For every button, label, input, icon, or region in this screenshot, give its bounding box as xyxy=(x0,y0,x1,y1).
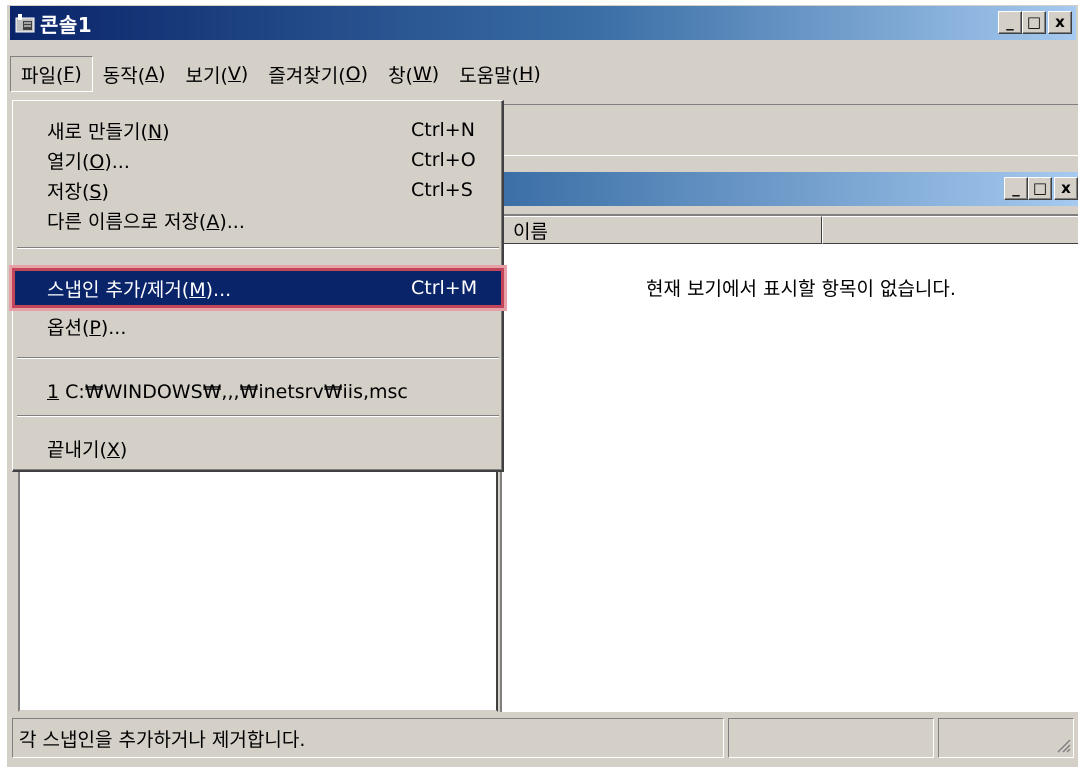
title-bar[interactable]: 콘솔1 _ □ x xyxy=(10,6,1076,40)
menu-item-new-shortcut: Ctrl+N xyxy=(411,119,475,141)
menu-item-snapin-key: M xyxy=(189,278,206,301)
menu-item-save-as-label: 다른 이름으로 저장( xyxy=(47,210,207,233)
menu-view-key: V xyxy=(227,63,241,85)
menu-item-options-tail: )... xyxy=(100,316,127,339)
menu-item-save-as-tail: )... xyxy=(219,210,245,233)
window-title: 콘솔1 xyxy=(40,12,93,37)
menu-window-key: W xyxy=(412,63,432,85)
child-close-icon[interactable]: x xyxy=(1054,177,1078,200)
menu-file-key: F xyxy=(63,63,75,85)
menu-item-open[interactable]: 열기(O)... Ctrl+O xyxy=(15,143,501,177)
menu-item-open-shortcut: Ctrl+O xyxy=(411,149,476,171)
status-panel-2 xyxy=(728,718,934,758)
menu-help-key: H xyxy=(519,63,534,85)
menu-favorites-label: 즐겨찾기( xyxy=(268,64,346,87)
menu-bar: 파일(F) 동작(A) 보기(V) 즐겨찾기(O) 창(W) 도움말(H) xyxy=(10,56,551,92)
column-header: 이름 xyxy=(502,216,1078,244)
menu-item-exit[interactable]: 끝내기(X) xyxy=(15,431,501,465)
menu-help[interactable]: 도움말(H) xyxy=(449,56,551,92)
resize-grip-icon[interactable] xyxy=(1053,735,1071,753)
menu-action-tail: ) xyxy=(158,63,166,85)
menu-action-label: 동작( xyxy=(102,64,146,87)
menu-item-exit-tail: ) xyxy=(119,438,128,461)
column-name[interactable]: 이름 xyxy=(502,216,822,244)
menu-view-tail: ) xyxy=(240,63,249,85)
menu-file[interactable]: 파일(F) xyxy=(10,56,93,92)
column-2[interactable] xyxy=(822,216,1078,244)
menu-item-add-remove-snapin[interactable]: 스냅인 추가/제거(M)... Ctrl+M xyxy=(12,268,504,308)
child-minimize-icon[interactable]: _ xyxy=(1004,177,1028,200)
menu-favorites-tail: ) xyxy=(360,63,369,85)
child-window-title-bar[interactable]: _ □ x xyxy=(498,172,1078,206)
menu-item-new-tail: ) xyxy=(162,120,170,143)
menu-item-recent-1[interactable]: 1 C:₩WINDOWS₩,,,₩inetsrv₩iis,msc xyxy=(15,375,501,409)
menu-file-label: 파일( xyxy=(21,64,64,87)
minimize-icon[interactable]: _ xyxy=(998,11,1022,34)
mmc-app-icon xyxy=(14,12,36,34)
details-pane[interactable]: 이름 현재 보기에서 표시할 항목이 없습니다. xyxy=(500,214,1078,712)
menu-item-snapin-tail: )... xyxy=(205,278,232,301)
menu-item-exit-key: X xyxy=(106,438,120,461)
menu-item-options-key: P xyxy=(89,316,101,339)
menu-item-recent-key: 1 xyxy=(47,381,60,403)
menu-window-tail: ) xyxy=(431,63,440,85)
menu-item-snapin-shortcut: Ctrl+M xyxy=(411,277,478,299)
menu-item-new-label: 새로 만들기( xyxy=(47,120,148,143)
menu-action[interactable]: 동작(A) xyxy=(93,56,176,92)
menu-item-options[interactable]: 옵션(P)... xyxy=(15,309,501,343)
menu-item-open-tail: )... xyxy=(104,150,130,173)
status-panel-3 xyxy=(938,718,1074,758)
menu-separator xyxy=(17,357,499,359)
menu-item-save-tail: ) xyxy=(101,180,109,203)
menu-window-label: 창( xyxy=(388,64,413,87)
menu-item-new-key: N xyxy=(147,120,163,143)
menu-item-recent-tail: C:₩WINDOWS₩,,,₩inetsrv₩iis,msc xyxy=(59,381,408,403)
menu-help-tail: ) xyxy=(533,63,541,85)
menu-item-save-key: S xyxy=(89,180,102,203)
close-icon[interactable]: x xyxy=(1048,11,1072,34)
toolbar-area xyxy=(500,104,1078,156)
window-controls: _ □ x xyxy=(998,11,1072,34)
menu-separator xyxy=(17,247,499,249)
menu-window[interactable]: 창(W) xyxy=(378,56,449,92)
menu-item-exit-label: 끝내기( xyxy=(47,438,107,461)
child-maximize-icon[interactable]: □ xyxy=(1028,177,1052,200)
menu-favorites[interactable]: 즐겨찾기(O) xyxy=(258,56,378,92)
status-bar: 각 스냅인을 추가하거나 제거합니다. xyxy=(12,718,1078,762)
menu-item-snapin-label: 스냅인 추가/제거( xyxy=(47,278,190,301)
menu-favorites-key: O xyxy=(345,63,361,85)
status-text: 각 스냅인을 추가하거나 제거합니다. xyxy=(12,718,724,758)
menu-item-save-label: 저장( xyxy=(47,180,90,203)
child-window-controls: _ □ x xyxy=(1004,177,1078,200)
menu-item-new[interactable]: 새로 만들기(N) Ctrl+N xyxy=(15,113,501,147)
menu-action-key: A xyxy=(145,63,159,85)
file-menu-dropdown: 새로 만들기(N) Ctrl+N 열기(O)... Ctrl+O 저장(S) C… xyxy=(12,100,504,472)
maximize-icon[interactable]: □ xyxy=(1022,11,1046,34)
menu-help-label: 도움말( xyxy=(459,64,520,87)
menu-separator xyxy=(17,415,499,417)
menu-file-tail: ) xyxy=(74,63,82,85)
menu-view[interactable]: 보기(V) xyxy=(176,56,259,92)
menu-item-open-label: 열기( xyxy=(47,150,90,173)
menu-item-options-label: 옵션( xyxy=(47,316,90,339)
menu-item-save-as[interactable]: 다른 이름으로 저장(A)... xyxy=(15,203,501,237)
menu-item-save-as-key: A xyxy=(206,210,220,233)
menu-item-save[interactable]: 저장(S) Ctrl+S xyxy=(15,173,501,207)
menu-item-save-shortcut: Ctrl+S xyxy=(411,179,473,201)
menu-view-label: 보기( xyxy=(185,64,228,87)
menu-item-open-key: O xyxy=(89,150,105,173)
empty-view-message: 현재 보기에서 표시할 항목이 없습니다. xyxy=(646,278,956,300)
